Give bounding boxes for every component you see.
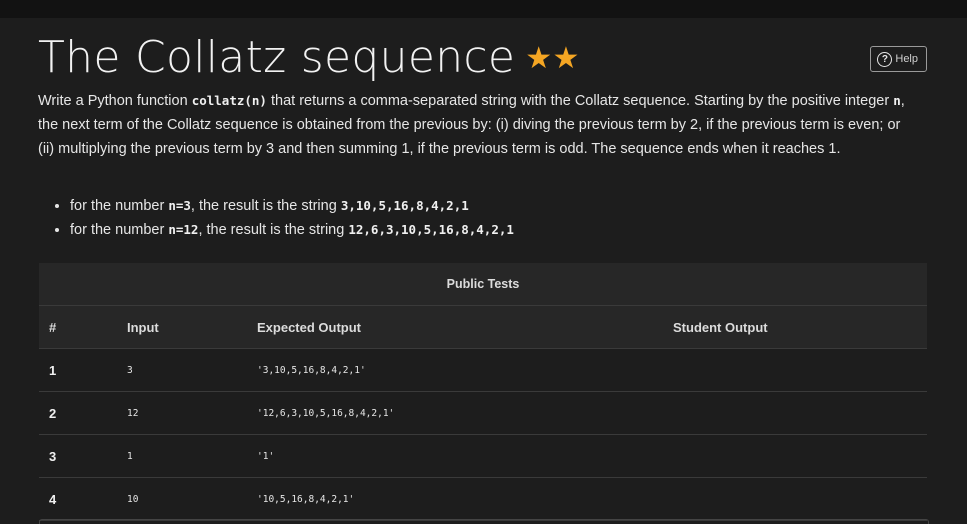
page-title: The Collatz sequence ★★ [38, 32, 580, 83]
example-text: , the result is the string [198, 222, 349, 238]
problem-description: Write a Python function collatz(n) that … [38, 89, 918, 161]
row-expected-output: '3,10,5,16,8,4,2,1' [256, 348, 672, 392]
public-tests-table: Public Tests # Input Expected Output Stu… [39, 263, 927, 521]
row-expected-output: '1' [256, 434, 672, 478]
question-circle-icon: ? [877, 51, 893, 67]
table-row: 1 3 '3,10,5,16,8,4,2,1' [39, 348, 927, 392]
row-input: 3 [126, 348, 256, 392]
table-row: 2 12 '12,6,3,10,5,16,8,4,2,1' [39, 391, 927, 435]
column-header-expected: Expected Output [256, 305, 672, 349]
row-student-output [672, 477, 927, 521]
variable-n: n [893, 93, 901, 108]
example-arg: n=3 [168, 198, 191, 213]
title-text: The Collatz sequence [38, 32, 516, 83]
row-expected-output: '12,6,3,10,5,16,8,4,2,1' [256, 391, 672, 435]
help-label: Help [895, 53, 918, 65]
table-caption: Public Tests [39, 263, 927, 306]
function-signature: collatz(n) [191, 93, 267, 108]
row-student-output [672, 348, 927, 392]
top-bar [0, 0, 967, 18]
row-number: 4 [39, 477, 126, 521]
example-text: for the number [70, 222, 169, 238]
row-expected-output: '10,5,16,8,4,2,1' [256, 477, 672, 521]
row-number: 3 [39, 434, 126, 478]
difficulty-stars-icon: ★★ [525, 41, 580, 76]
example-arg: n=12 [168, 222, 199, 237]
examples-list: for the number n=3, the result is the st… [38, 194, 514, 242]
example-text: for the number [70, 198, 169, 214]
problem-page: The Collatz sequence ★★ ? Help Write a Py… [0, 18, 967, 524]
row-student-output [672, 434, 927, 478]
row-input: 10 [126, 477, 256, 521]
description-text: that returns a comma-separated string wi… [266, 93, 894, 109]
description-text: Write a Python function [38, 93, 192, 109]
example-text: , the result is the string [190, 198, 341, 214]
column-header-student: Student Output [672, 305, 927, 349]
table-header-row: # Input Expected Output Student Output [39, 305, 927, 349]
example-result: 3,10,5,16,8,4,2,1 [340, 198, 469, 213]
table-caption-row: Public Tests [39, 263, 927, 306]
example-item: for the number n=3, the result is the st… [70, 194, 514, 218]
table-row: 3 1 '1' [39, 434, 927, 478]
row-input: 1 [126, 434, 256, 478]
row-number: 2 [39, 391, 126, 435]
table-row: 4 10 '10,5,16,8,4,2,1' [39, 477, 927, 521]
row-number: 1 [39, 348, 126, 392]
row-input: 12 [126, 391, 256, 435]
example-result: 12,6,3,10,5,16,8,4,2,1 [348, 222, 514, 237]
example-item: for the number n=12, the result is the s… [70, 218, 514, 242]
help-button[interactable]: ? Help [870, 46, 927, 72]
row-student-output [672, 391, 927, 435]
next-panel-edge [39, 519, 929, 524]
column-header-number: # [39, 305, 126, 349]
column-header-input: Input [126, 305, 256, 349]
